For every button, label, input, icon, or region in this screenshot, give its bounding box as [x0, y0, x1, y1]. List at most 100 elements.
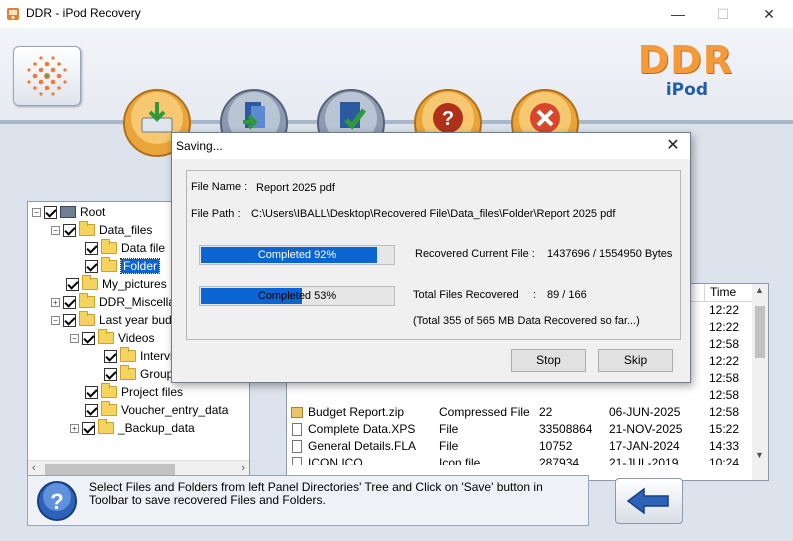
- tree-item-project-files[interactable]: Project files: [85, 383, 183, 401]
- cell-date: 17-JAN-2024: [609, 439, 680, 453]
- cell-size: 287934: [539, 456, 580, 465]
- collapse-icon[interactable]: −: [51, 315, 60, 325]
- tree-item-label: Root: [80, 205, 106, 219]
- tree-item-intervi[interactable]: Intervi: [104, 347, 173, 365]
- brand-product: iPod: [665, 80, 708, 100]
- svg-text:?: ?: [442, 108, 454, 130]
- tree-item-videos[interactable]: − Videos: [70, 329, 154, 347]
- tree-item-data-file[interactable]: Data file: [85, 239, 165, 257]
- folder-icon: [101, 257, 117, 272]
- tree-item-label: Group: [140, 367, 174, 381]
- tree-checkbox[interactable]: [82, 331, 95, 345]
- tree-checkbox[interactable]: [63, 313, 76, 327]
- skip-button[interactable]: Skip: [598, 349, 673, 372]
- tree-item-label: Data file: [121, 241, 166, 255]
- cell-type: File: [439, 422, 459, 436]
- table-row[interactable]: Budget Report.zip Compressed File 22 06-…: [287, 404, 757, 421]
- tree-item-group[interactable]: Group: [104, 365, 173, 383]
- scroll-left-icon[interactable]: ‹: [32, 462, 36, 474]
- cell-size: 22: [539, 405, 553, 419]
- cell-date: 06-JUN-2025: [609, 405, 681, 419]
- cell-time: 12:22: [709, 320, 740, 334]
- table-row[interactable]: General Details.FLA File 10752 17-JAN-20…: [287, 438, 757, 455]
- column-header-time[interactable]: Time: [705, 284, 755, 302]
- tree-item-last-year-bud[interactable]: − Last year bud: [51, 311, 172, 329]
- current-file-label: Recovered Current File :: [415, 248, 535, 260]
- logo-icon: [27, 56, 67, 96]
- folder-icon: [120, 347, 136, 362]
- minimize-button[interactable]: —: [655, 0, 701, 28]
- folder-icon: [82, 275, 98, 290]
- tree-item-label: Folder: [119, 258, 161, 274]
- tree-checkbox[interactable]: [104, 367, 117, 381]
- collapse-icon[interactable]: −: [70, 333, 79, 343]
- tree-item-label: Project files: [121, 385, 184, 399]
- collapse-icon[interactable]: −: [51, 225, 60, 235]
- window-title: DDR - iPod Recovery: [26, 6, 141, 20]
- tree-item-label: My_pictures: [102, 277, 167, 291]
- tree-item-root[interactable]: − Root: [32, 203, 105, 221]
- tree-checkbox[interactable]: [63, 295, 76, 309]
- cell-time: 14:33: [709, 439, 740, 453]
- scroll-up-icon[interactable]: ▲: [755, 285, 764, 295]
- cell-time: 12:58: [709, 371, 740, 385]
- logo: [13, 46, 81, 106]
- tree-item-ddr-miscella[interactable]: + DDR_Miscella: [51, 293, 175, 311]
- back-button[interactable]: [615, 478, 683, 524]
- dialog-close-button[interactable]: ✕: [662, 136, 684, 156]
- header-divider: [0, 120, 793, 124]
- tree-checkbox[interactable]: [82, 421, 95, 435]
- progress-text: Completed 53%: [257, 290, 337, 302]
- tree-checkbox[interactable]: [63, 223, 76, 237]
- tree-checkbox[interactable]: [85, 385, 98, 399]
- folder-icon: [98, 419, 114, 434]
- tree-item-label: Last year bud: [99, 313, 172, 327]
- brand-name: DDR: [637, 38, 733, 82]
- folder-icon: [101, 401, 117, 416]
- tree-item-backup-data[interactable]: + _Backup_data: [70, 419, 195, 437]
- cell-type: Icon file: [439, 456, 481, 465]
- cell-time: 10:24: [709, 456, 740, 465]
- scrollbar-thumb[interactable]: [45, 464, 175, 475]
- table-row[interactable]: Complete Data.XPS File 33508864 21-NOV-2…: [287, 421, 757, 438]
- expand-icon[interactable]: +: [51, 297, 60, 307]
- tree-item-label: Voucher_entry_data: [121, 403, 229, 417]
- table-row[interactable]: 12:58: [287, 387, 757, 404]
- tree-checkbox[interactable]: [85, 403, 98, 417]
- tree-item-my-pictures[interactable]: My_pictures: [66, 275, 167, 293]
- tree-checkbox[interactable]: [104, 349, 117, 363]
- current-file-value: 1437696 / 1554950 Bytes: [547, 248, 673, 260]
- cell-size: 10752: [539, 439, 573, 453]
- total-files-label: Total Files Recovered: [413, 289, 519, 301]
- scroll-right-icon[interactable]: ›: [241, 462, 245, 474]
- stop-button[interactable]: Stop: [511, 349, 586, 372]
- scrollbar-thumb[interactable]: [755, 306, 765, 358]
- current-file-progress: Completed 92%: [199, 245, 395, 265]
- total-files-value: 89 / 166: [547, 289, 587, 301]
- file-icon: [292, 440, 302, 453]
- svg-text:?: ?: [50, 489, 63, 514]
- tree-checkbox[interactable]: [44, 205, 57, 219]
- collapse-icon[interactable]: −: [32, 207, 41, 217]
- scroll-down-icon[interactable]: ▼: [755, 450, 764, 460]
- cell-type: Compressed File: [439, 405, 530, 419]
- tree-item-label: _Backup_data: [118, 421, 195, 435]
- tree-checkbox[interactable]: [85, 259, 98, 273]
- tree-checkbox[interactable]: [85, 241, 98, 255]
- tree-item-label: Videos: [118, 331, 155, 345]
- progress-group: File Name : Report 2025 pdf File Path : …: [186, 170, 681, 340]
- file-icon: [292, 457, 302, 465]
- table-row[interactable]: ICON.ICO Icon file 287934 21-JUL-2019 10…: [287, 455, 757, 465]
- tree-item-folder[interactable]: Folder: [85, 257, 161, 275]
- close-button[interactable]: ✕: [746, 0, 792, 28]
- maximize-button[interactable]: ☐: [700, 0, 746, 28]
- tree-checkbox[interactable]: [66, 277, 79, 291]
- expand-icon[interactable]: +: [70, 423, 79, 433]
- tree-item-voucher-entry-data[interactable]: Voucher_entry_data: [85, 401, 228, 419]
- question-icon: ?: [37, 481, 77, 521]
- cell-time: 12:58: [709, 337, 740, 351]
- tree-item-data-files[interactable]: − Data_files: [51, 221, 152, 239]
- folder-icon: [101, 239, 117, 254]
- cell-date: 21-JUL-2019: [609, 456, 679, 465]
- file-list-vertical-scrollbar[interactable]: ▲ ▼: [752, 284, 768, 480]
